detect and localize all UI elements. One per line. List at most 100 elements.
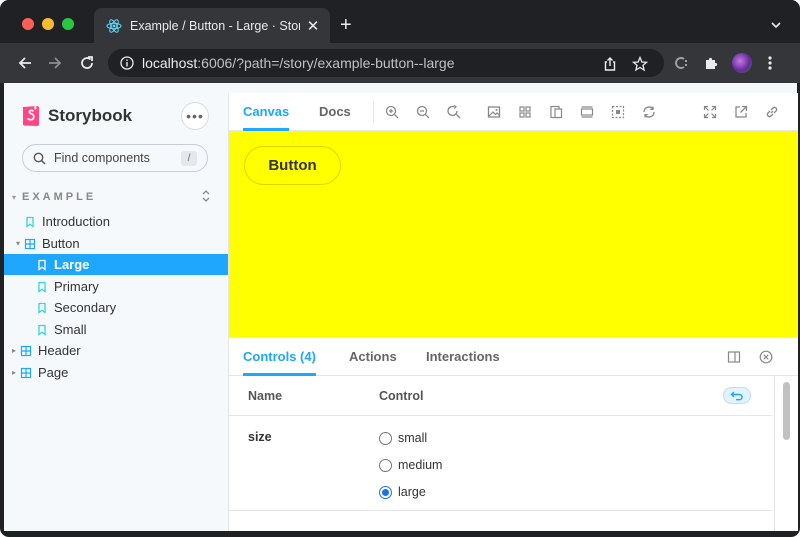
close-panel-icon[interactable] (759, 350, 773, 364)
radio-button-selected[interactable] (379, 485, 392, 499)
profile-avatar[interactable] (732, 53, 752, 73)
component-icon (24, 238, 36, 249)
background-image-icon[interactable] (487, 105, 501, 119)
extension-c-icon[interactable] (673, 55, 689, 71)
caret-right-icon: ▸ (11, 346, 16, 355)
outline-icon[interactable] (611, 105, 625, 119)
group-title: EXAMPLE (22, 191, 97, 203)
close-window-button[interactable] (22, 18, 34, 30)
share-icon[interactable] (602, 56, 618, 72)
caret-right-icon: ▸ (11, 368, 16, 377)
reset-controls-button[interactable] (723, 387, 751, 404)
sidebar-item-header[interactable]: ▸ Header (8, 340, 228, 361)
story-button[interactable]: Button (244, 146, 341, 185)
brand: Storybook (22, 105, 132, 127)
more-vertical-icon[interactable] (768, 55, 772, 71)
sidebar-item-secondary[interactable]: Secondary (24, 297, 228, 318)
minimize-window-button[interactable] (42, 18, 54, 30)
sidebar-item-label: Button (42, 236, 80, 251)
search-box: / (22, 144, 208, 172)
addons-tab-bar: Controls (4) Actions Interactions (229, 337, 798, 376)
sidebar-item-label: Primary (54, 279, 99, 294)
grid-icon[interactable] (518, 105, 532, 119)
url-host: localhost (142, 55, 198, 71)
column-header-control: Control (379, 389, 424, 403)
open-new-tab-icon[interactable] (734, 105, 748, 119)
scrollbar[interactable] (774, 376, 798, 531)
menu-button[interactable]: ••• (181, 102, 209, 130)
link-icon[interactable] (765, 105, 779, 119)
sidebar-item-label: Header (38, 343, 81, 358)
search-input[interactable] (54, 151, 174, 165)
puzzle-icon[interactable] (703, 55, 719, 71)
storybook-logo-icon (23, 106, 39, 126)
tab-interactions[interactable]: Interactions (426, 338, 500, 376)
address-bar[interactable]: localhost:6006/?path=/story/example-butt… (108, 49, 664, 77)
maximize-window-button[interactable] (62, 18, 74, 30)
tab-title: Example / Button - Large · Storybook (130, 18, 300, 33)
radio-label: small (398, 431, 428, 445)
tab-actions[interactable]: Actions (349, 338, 397, 376)
chevron-down-icon[interactable] (770, 19, 782, 31)
radio-option-large[interactable]: large (379, 484, 426, 500)
toolbar-divider (373, 101, 374, 123)
sidebar: Storybook ••• / ▾ EXAMPLE (4, 83, 228, 531)
caret-down-icon: ▾ (15, 239, 20, 248)
bookmark-icon (26, 216, 34, 228)
bookmark-icon (38, 302, 46, 314)
measure-icon[interactable] (580, 105, 594, 119)
preview-toolbar: Canvas Docs (229, 93, 798, 131)
expand-collapse-icon[interactable] (200, 189, 212, 203)
fullscreen-icon[interactable] (703, 105, 717, 119)
info-icon[interactable] (120, 56, 134, 70)
sidebar-item-large[interactable]: Large (4, 254, 228, 275)
component-icon (20, 367, 32, 378)
tab-canvas[interactable]: Canvas (243, 93, 290, 131)
radio-label: medium (398, 458, 443, 472)
browser-window: Example / Button - Large · Storybook ✕ +… (0, 0, 800, 537)
react-icon (106, 18, 122, 33)
undo-icon (730, 391, 743, 401)
new-tab-button[interactable]: + (340, 15, 352, 35)
forward-arrow-icon[interactable] (46, 54, 64, 72)
sidebar-item-introduction[interactable]: Introduction (12, 211, 228, 232)
sidebar-item-label: Small (54, 322, 87, 337)
url-text: localhost:6006/?path=/story/example-butt… (142, 55, 454, 71)
zoom-out-icon[interactable] (416, 105, 430, 119)
main-panel: Canvas Docs Button Controls (4) Actions … (228, 93, 798, 531)
bookmark-icon (38, 259, 46, 271)
refresh-icon[interactable] (642, 105, 656, 119)
sidebar-item-button[interactable]: ▾ Button (12, 233, 228, 254)
radio-button[interactable] (379, 458, 392, 472)
sidebar-item-label: Page (38, 365, 69, 380)
sidebar-item-label: Large (54, 257, 90, 272)
zoom-reset-icon[interactable] (447, 105, 461, 119)
tab-docs[interactable]: Docs (319, 93, 351, 131)
zoom-in-icon[interactable] (385, 105, 399, 119)
sidebar-item-primary[interactable]: Primary (24, 276, 228, 297)
group-header-example[interactable]: ▾ EXAMPLE (12, 189, 212, 203)
reload-icon[interactable] (78, 54, 96, 72)
viewport-icon[interactable] (549, 105, 563, 119)
radio-option-small[interactable]: small (379, 430, 427, 446)
sidebar-item-label: Secondary (54, 300, 117, 315)
column-header-name: Name (248, 389, 283, 403)
browser-tab[interactable]: Example / Button - Large · Storybook ✕ (94, 8, 330, 43)
sidebar-item-small[interactable]: Small (24, 319, 228, 340)
tab-controls[interactable]: Controls (4) (243, 338, 316, 376)
sidebar-item-page[interactable]: ▸ Page (8, 362, 228, 383)
back-arrow-icon[interactable] (16, 54, 34, 72)
radio-button[interactable] (379, 431, 392, 445)
star-icon[interactable] (632, 56, 648, 72)
bookmark-icon (38, 281, 46, 293)
tab-close-icon[interactable]: ✕ (306, 17, 320, 35)
sidebar-item-label: Introduction (42, 214, 110, 229)
brand-name: Storybook (48, 106, 133, 125)
story-canvas: Button (229, 131, 798, 337)
bookmark-icon (38, 324, 46, 336)
search-shortcut-badge: / (181, 151, 197, 166)
radio-option-medium[interactable]: medium (379, 457, 442, 473)
browser-toolbar: localhost:6006/?path=/story/example-butt… (0, 43, 800, 83)
panel-orientation-icon[interactable] (727, 350, 741, 364)
scrollbar-thumb[interactable] (783, 382, 790, 440)
